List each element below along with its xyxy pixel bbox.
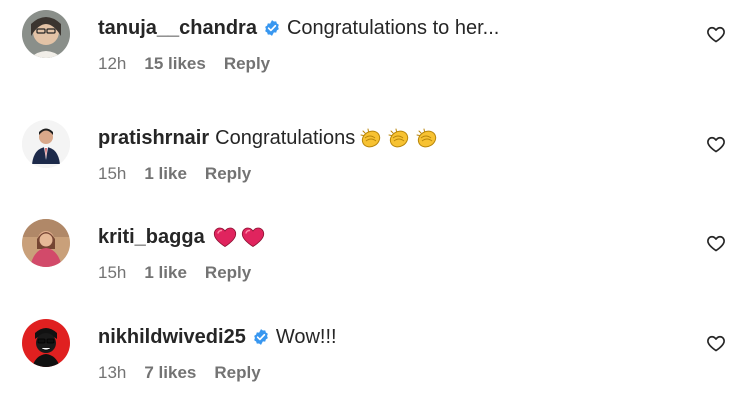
comment-text: Congratulations to her... — [286, 16, 500, 39]
clapping-hands-icon — [387, 126, 411, 150]
like-heart-icon[interactable] — [706, 233, 726, 253]
comment-username[interactable]: kriti_bagga — [98, 226, 205, 249]
comment-timestamp[interactable]: 15h — [98, 164, 126, 184]
comment-item: pratishrnair Congratulations 15h 1 like … — [0, 120, 742, 220]
comment-text: Congratulations — [215, 126, 356, 149]
red-heart-icon — [213, 225, 237, 249]
clapping-hands-icon — [415, 126, 439, 150]
comment-likes-count[interactable]: 7 likes — [144, 363, 196, 383]
comment-username[interactable]: pratishrnair — [98, 127, 209, 150]
comment-text: Wow!!! — [275, 325, 337, 348]
reply-button[interactable]: Reply — [205, 263, 251, 283]
red-heart-icon — [241, 225, 265, 249]
comment-timestamp[interactable]: 13h — [98, 363, 126, 383]
avatar[interactable] — [22, 120, 70, 168]
like-heart-icon[interactable] — [706, 333, 726, 353]
comment-timestamp[interactable]: 12h — [98, 54, 126, 74]
like-heart-icon[interactable] — [706, 24, 726, 44]
comment-item: kriti_bagga 15h 1 like Reply — [0, 219, 742, 319]
comment-item: tanuja__chandra Congratulations to her..… — [0, 10, 742, 110]
comment-username[interactable]: tanuja__chandra — [98, 17, 257, 40]
comment-username[interactable]: nikhildwivedi25 — [98, 326, 246, 349]
comment-likes-count[interactable]: 1 like — [144, 263, 187, 283]
verified-badge-icon — [263, 19, 281, 37]
reply-button[interactable]: Reply — [205, 164, 251, 184]
avatar[interactable] — [22, 319, 70, 367]
reply-button[interactable]: Reply — [214, 363, 260, 383]
avatar[interactable] — [22, 219, 70, 267]
comment-likes-count[interactable]: 15 likes — [144, 54, 205, 74]
reply-button[interactable]: Reply — [224, 54, 270, 74]
comment-likes-count[interactable]: 1 like — [144, 164, 187, 184]
avatar[interactable] — [22, 10, 70, 58]
clapping-hands-icon — [359, 126, 383, 150]
verified-badge-icon — [252, 328, 270, 346]
comment-item: nikhildwivedi25 Wow!!! 13h 7 likes Reply — [0, 319, 742, 419]
like-heart-icon[interactable] — [706, 134, 726, 154]
comment-timestamp[interactable]: 15h — [98, 263, 126, 283]
